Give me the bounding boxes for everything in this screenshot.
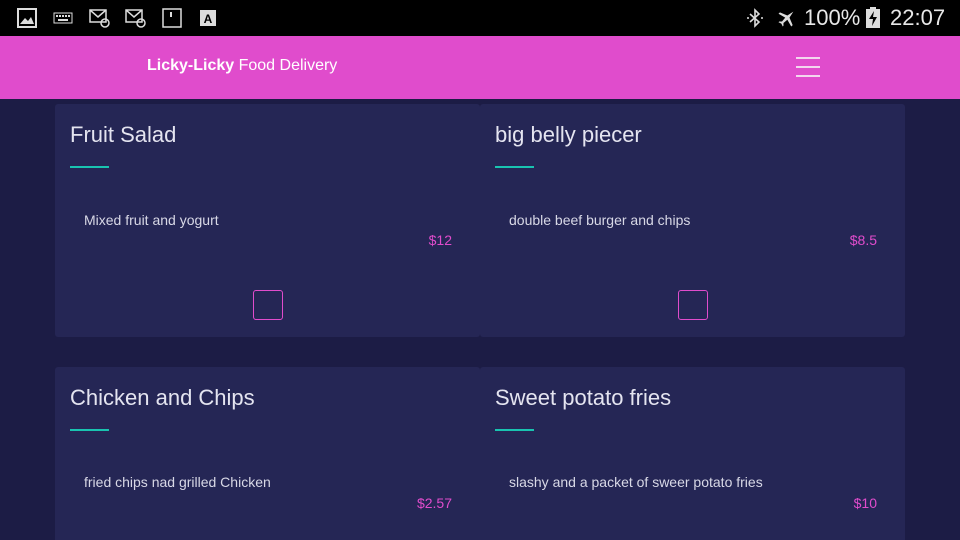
clock: 22:07	[890, 5, 946, 30]
brand-name: Licky-Licky	[147, 57, 235, 74]
card-title: Fruit Salad	[70, 122, 177, 147]
card-description: Mixed fruit and yogurt	[84, 212, 219, 228]
svg-text:A: A	[204, 12, 213, 26]
font-download-icon: A	[200, 10, 216, 26]
title-divider	[495, 429, 534, 431]
airplane-mode-icon	[778, 11, 794, 27]
brand-title[interactable]: Licky-Licky Food Delivery	[147, 57, 337, 75]
menu-card: big belly piecer double beef burger and …	[480, 104, 905, 337]
title-divider	[70, 429, 109, 431]
card-description: slashy and a packet of sweer potato frie…	[509, 474, 763, 490]
card-title: big belly piecer	[495, 122, 642, 147]
mail-video-icon	[89, 9, 110, 28]
battery-percent: 100%	[804, 5, 861, 30]
mail-at-icon	[125, 9, 146, 28]
bluetooth-icon	[747, 8, 763, 28]
battery-charging-icon	[866, 7, 880, 28]
status-bar: A 100% 22:07	[0, 0, 960, 36]
brand-subtitle: Food Delivery	[234, 57, 338, 74]
title-divider	[70, 166, 109, 168]
app-bar: Licky-Licky Food Delivery	[0, 36, 960, 99]
card-description: double beef burger and chips	[509, 212, 691, 228]
card-title: Chicken and Chips	[70, 385, 255, 410]
gallery-icon	[17, 8, 37, 28]
add-to-order-checkbox[interactable]	[678, 290, 708, 320]
card-price: $12	[428, 232, 452, 248]
menu-card: Sweet potato fries slashy and a packet o…	[480, 367, 905, 540]
hamburger-menu-icon[interactable]	[796, 56, 822, 78]
card-price: $8.5	[849, 232, 877, 248]
sd-card-icon	[162, 8, 182, 28]
add-to-order-checkbox[interactable]	[253, 290, 283, 320]
card-price: $2.57	[416, 495, 452, 511]
card-description: fried chips nad grilled Chicken	[84, 474, 271, 490]
keyboard-icon	[53, 12, 73, 24]
card-price: $10	[853, 495, 877, 511]
card-title: Sweet potato fries	[495, 385, 672, 410]
menu-card: Fruit Salad Mixed fruit and yogurt $12	[55, 104, 480, 337]
menu-card: Chicken and Chips fried chips nad grille…	[55, 367, 480, 540]
title-divider	[495, 166, 534, 168]
